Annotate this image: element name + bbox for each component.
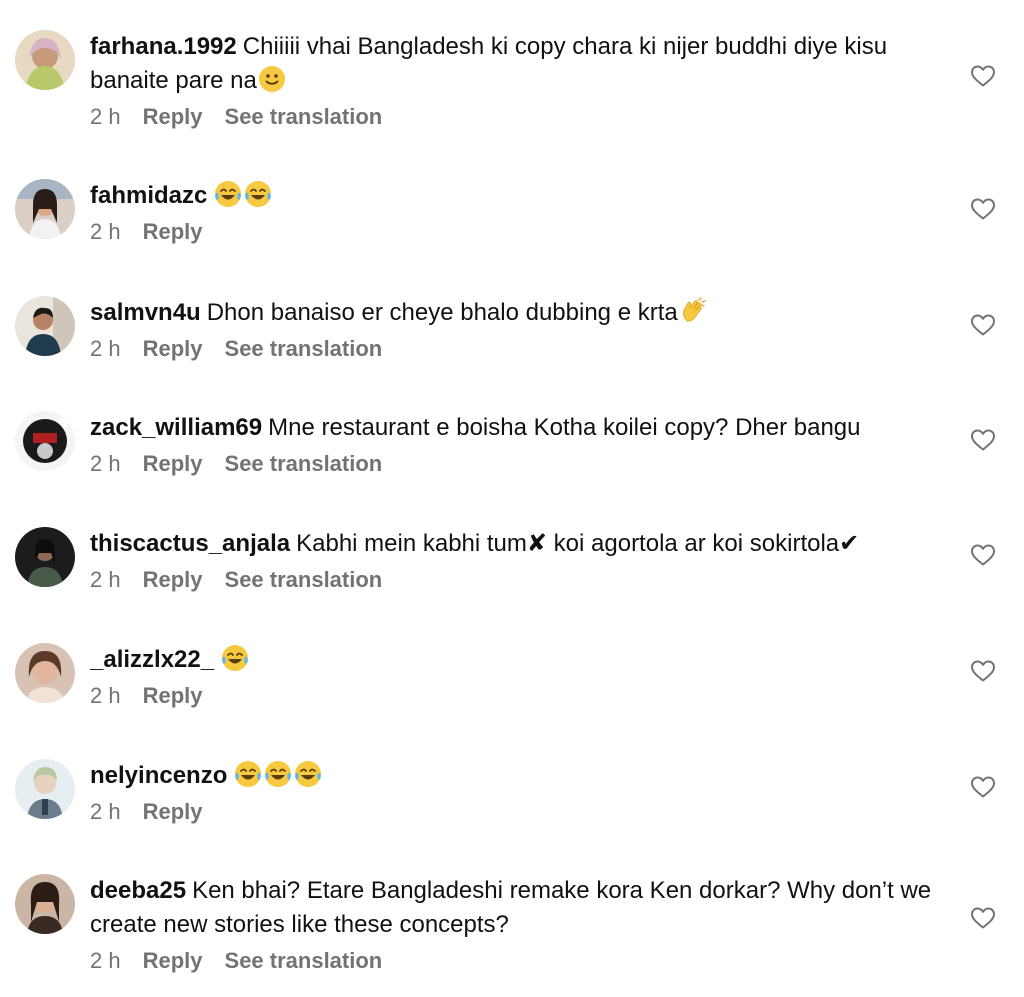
see-translation-button[interactable]: See translation — [225, 334, 383, 364]
comment-meta: 2 h Reply See translation — [90, 449, 950, 479]
comment-username[interactable]: thiscactus_anjala — [90, 530, 290, 557]
comment-text: thiscactus_anjala Kabhi mein kabhi tum✘ k… — [90, 527, 950, 561]
comment-text: deeba25 Ken bhai? Etare Bangladeshi remak… — [90, 874, 950, 942]
comment-text: nelyincenzo — [90, 759, 950, 793]
comment-body: deeba25 Ken bhai? Etare Bangladeshi remak… — [90, 874, 950, 976]
heart-outline-icon[interactable] — [970, 313, 996, 337]
tears-of-joy-icon — [235, 761, 262, 787]
reply-button[interactable]: Reply — [143, 797, 203, 827]
comment-body: farhana.1992 Chiiiii vhai Bangladesh ki c… — [90, 30, 950, 132]
comment-body: thiscactus_anjala Kabhi mein kabhi tum✘ k… — [90, 527, 950, 595]
comment-text: salmvn4u Dhon banaiso er cheye bhalo dubb… — [90, 296, 950, 330]
comment-content: Mne restaurant e boisha Kotha koilei cop… — [268, 414, 861, 441]
see-translation-button[interactable]: See translation — [225, 565, 383, 595]
heart-outline-icon[interactable] — [970, 775, 996, 799]
see-translation-button[interactable]: See translation — [225, 449, 383, 479]
heart-outline-icon[interactable] — [970, 906, 996, 930]
heart-outline-icon[interactable] — [970, 659, 996, 683]
comment-text: _alizzlx22_ — [90, 643, 950, 677]
clapping-hands-icon — [682, 297, 706, 322]
comment-meta: 2 h Reply See translation — [90, 334, 950, 364]
comment-timestamp: 2 h — [90, 683, 121, 708]
comment-body: nelyincenzo 2 h Reply — [90, 759, 950, 827]
comment-content: Ken bhai? Etare Bangladeshi remake kora … — [90, 877, 932, 938]
see-translation-button[interactable]: See translation — [225, 102, 383, 132]
comment-username[interactable]: nelyincenzo — [90, 762, 227, 789]
reply-button[interactable]: Reply — [143, 681, 203, 711]
comment-text: zack_william69 Mne restaurant e boisha Ko… — [90, 411, 950, 445]
tears-of-joy-icon — [295, 761, 322, 787]
comment-meta: 2 h Reply See translation — [90, 102, 950, 132]
avatar[interactable] — [15, 296, 75, 356]
tears-of-joy-icon — [215, 181, 242, 207]
reply-button[interactable]: Reply — [143, 449, 203, 479]
avatar[interactable] — [15, 874, 75, 934]
comment-body: zack_william69 Mne restaurant e boisha Ko… — [90, 411, 950, 479]
avatar[interactable] — [15, 643, 75, 703]
comment-body: salmvn4u Dhon banaiso er cheye bhalo dubb… — [90, 296, 950, 364]
comment-username[interactable]: salmvn4u — [90, 299, 201, 326]
tears-of-joy-icon — [222, 645, 249, 671]
comment-meta: 2 h Reply — [90, 797, 950, 827]
tears-of-joy-icon — [245, 181, 272, 207]
comment-meta: 2 h Reply See translation — [90, 946, 950, 976]
see-translation-button[interactable]: See translation — [225, 946, 383, 976]
avatar[interactable] — [15, 527, 75, 587]
comment-body: fahmidazc 2 h Reply — [90, 179, 950, 247]
reply-button[interactable]: Reply — [143, 102, 203, 132]
comment-timestamp: 2 h — [90, 799, 121, 824]
avatar[interactable] — [15, 411, 75, 471]
reply-button[interactable]: Reply — [143, 565, 203, 595]
comment-text: fahmidazc — [90, 179, 950, 213]
comment-timestamp: 2 h — [90, 567, 121, 592]
heart-outline-icon[interactable] — [970, 543, 996, 567]
comment-content: Dhon banaiso er cheye bhalo dubbing e kr… — [206, 299, 678, 326]
heart-outline-icon[interactable] — [970, 428, 996, 452]
avatar[interactable] — [15, 759, 75, 819]
comment-username[interactable]: zack_william69 — [90, 414, 262, 441]
reply-button[interactable]: Reply — [143, 217, 203, 247]
comment-timestamp: 2 h — [90, 219, 121, 244]
comment-text: farhana.1992 Chiiiii vhai Bangladesh ki c… — [90, 30, 950, 98]
comment-username[interactable]: farhana.1992 — [90, 33, 237, 60]
reply-button[interactable]: Reply — [143, 334, 203, 364]
slightly-smiling-face-icon — [258, 66, 285, 92]
comment-body: _alizzlx22_ 2 h Reply — [90, 643, 950, 711]
comment-username[interactable]: deeba25 — [90, 877, 186, 904]
comment-username[interactable]: fahmidazc — [90, 182, 207, 209]
avatar[interactable] — [15, 30, 75, 90]
comment-meta: 2 h Reply See translation — [90, 565, 950, 595]
comment-meta: 2 h Reply — [90, 217, 950, 247]
comment-username[interactable]: _alizzlx22_ — [90, 646, 214, 673]
heart-outline-icon[interactable] — [970, 197, 996, 221]
comment-meta: 2 h Reply — [90, 681, 950, 711]
avatar[interactable] — [15, 179, 75, 239]
tears-of-joy-icon — [265, 761, 292, 787]
comment-timestamp: 2 h — [90, 451, 121, 476]
heart-outline-icon[interactable] — [970, 64, 996, 88]
reply-button[interactable]: Reply — [143, 946, 203, 976]
comment-timestamp: 2 h — [90, 104, 121, 129]
comment-content: Kabhi mein kabhi tum✘ koi agortola ar ko… — [296, 530, 860, 557]
comment-timestamp: 2 h — [90, 948, 121, 973]
comment-timestamp: 2 h — [90, 336, 121, 361]
